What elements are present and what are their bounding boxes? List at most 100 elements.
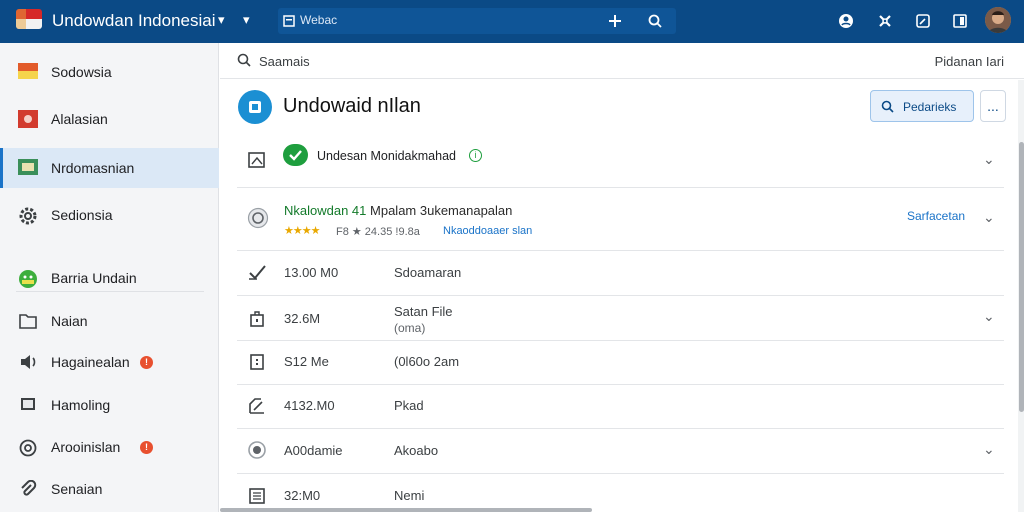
help-icon[interactable] (835, 10, 857, 32)
more-button[interactable]: ... (980, 90, 1006, 122)
sidebar-item-label: Barria Undain (51, 270, 137, 286)
sidebar-item-1[interactable]: Alalasian (0, 99, 219, 139)
file-name: Satan File (394, 304, 453, 319)
sidebar-item-5[interactable]: Naian (0, 301, 219, 341)
sidebar-item-8[interactable]: Arooinislan ! (0, 427, 219, 467)
list-icon (247, 486, 269, 508)
page-title: Undowaid nIlan (283, 95, 421, 117)
sidebar-item-6[interactable]: Hagainealan ! (0, 342, 219, 382)
tab-icon (278, 10, 300, 32)
sidebar-item-label: Hagainealan (51, 354, 130, 370)
status-row[interactable]: Undesan Monidakmahad i ⌄ (237, 136, 1004, 188)
file-size: 32.6M (284, 311, 321, 326)
flag-icon (18, 110, 38, 128)
table-row[interactable]: 13.00 M0 Sdoamaran (237, 251, 1004, 296)
status-text: Undesan Monidakmahad (317, 149, 456, 163)
table-row[interactable]: 4132.M0 Pkad (237, 385, 1004, 429)
side-link[interactable]: Sarfacetan (907, 209, 965, 223)
alert-badge: ! (140, 440, 153, 454)
sidebar-item-label: Hamoling (51, 397, 111, 413)
clock-icon (247, 207, 269, 229)
edit-icon[interactable] (912, 10, 934, 32)
vertical-scrollbar[interactable] (1018, 80, 1024, 512)
document-icon (247, 352, 269, 374)
window-icon[interactable] (949, 10, 971, 32)
table-row[interactable]: S12 Me (0l60o 2am (237, 341, 1004, 385)
search-icon (881, 100, 894, 118)
main-content: Undowaid nIlan Pedarieks ... Undesan Mon… (220, 80, 1018, 512)
sidebar-item-7[interactable]: Hamoling (0, 385, 219, 425)
sidebar-item-label: Nrdomasnian (51, 160, 135, 176)
file-size: S12 Me (284, 354, 329, 369)
sidebar: Sodowsia Alalasian Nrdomasnian Sedionsia… (0, 43, 219, 512)
flag-icon (18, 159, 38, 177)
sidebar-item-0[interactable]: Sodowsia (0, 52, 219, 92)
plus-icon[interactable] (604, 10, 626, 32)
chevron-down-icon[interactable]: ▾ (243, 12, 250, 28)
settings-icon[interactable] (874, 10, 896, 32)
search-input[interactable]: Saamais (259, 54, 310, 69)
sidebar-item-label: Alalasian (51, 111, 108, 127)
gear-icon (18, 206, 38, 225)
chevron-down-icon[interactable]: ⌄ (983, 151, 995, 168)
search-filter-label[interactable]: Pidanan Iari (935, 54, 1004, 69)
paperclip-icon (18, 479, 38, 498)
primary-button-label: Pedarieks (903, 100, 957, 114)
highlight-title-green: Nkalowdan 41 (284, 203, 367, 218)
app-icon (238, 90, 272, 124)
highlight-row[interactable]: Nkalowdan 41 Mpalam 3ukemanapalan ★★★★ F… (237, 189, 1004, 251)
sidebar-item-label: Sedionsia (51, 207, 113, 223)
sidebar-item-2[interactable]: Nrdomasnian (0, 148, 219, 188)
file-name: Nemi (394, 488, 425, 503)
file-size: A00damie (284, 443, 343, 458)
top-bar: Undowdan Indonesiai ▾ ▾ Webac (0, 0, 1024, 43)
folder-icon (18, 312, 38, 330)
sidebar-item-label: Naian (51, 313, 88, 329)
check-icon (283, 144, 308, 166)
chevron-down-icon[interactable]: ⌄ (983, 441, 995, 458)
speaker-icon (18, 353, 38, 371)
info-icon[interactable]: i (469, 149, 482, 162)
flag-icon (16, 9, 42, 29)
file-size: 32:M0 (284, 488, 321, 503)
avatar[interactable] (985, 7, 1011, 33)
file-size: 13.00 M0 (284, 265, 339, 280)
tab-label: Webac (300, 13, 338, 27)
search-icon (237, 53, 251, 72)
radio-icon (247, 440, 269, 462)
chevron-down-icon[interactable]: ▾ (218, 12, 225, 28)
horizontal-scrollbar[interactable] (220, 508, 592, 512)
flag-icon (18, 63, 38, 81)
image-icon (247, 150, 269, 172)
table-row[interactable]: 32.6M Satan File (oma) ⌄ (237, 296, 1004, 341)
highlight-link[interactable]: Nkaoddoaaer slan (443, 225, 532, 237)
alert-badge: ! (140, 355, 153, 369)
table-row[interactable]: A00damie Akoabo ⌄ (237, 429, 1004, 474)
file-name: (0l60o 2am (394, 354, 460, 369)
lock-icon (247, 308, 269, 330)
highlight-title-rest: Mpalam 3ukemanapalan (370, 203, 513, 218)
sidebar-item-3[interactable]: Sedionsia (0, 195, 219, 235)
scrollbar-thumb[interactable] (1019, 142, 1024, 412)
monitor-icon (18, 396, 38, 414)
app-title: Undowdan Indonesiai (52, 11, 216, 30)
edit-icon (247, 396, 269, 418)
android-icon (18, 269, 38, 288)
primary-button[interactable]: Pedarieks (870, 90, 974, 122)
check-icon (247, 262, 269, 284)
file-size: 4132.M0 (284, 398, 335, 413)
file-name: Sdoamaran (394, 265, 462, 280)
search-bar[interactable]: Saamais Pidanan Iari (220, 43, 1024, 79)
sidebar-item-4[interactable]: Barria Undain (0, 258, 219, 298)
sidebar-item-label: Sodowsia (51, 64, 112, 80)
sidebar-item-9[interactable]: Senaian (0, 469, 219, 509)
search-icon[interactable] (644, 10, 666, 32)
at-icon (18, 438, 38, 457)
highlight-title: Nkalowdan 41 Mpalam 3ukemanapalan (284, 203, 512, 218)
file-name: Pkad (394, 398, 424, 413)
chevron-down-icon[interactable]: ⌄ (983, 308, 995, 325)
chevron-down-icon[interactable]: ⌄ (983, 209, 995, 226)
highlight-meta: F8 ★ 24.35 !9.8a (336, 226, 420, 238)
file-subtitle: (oma) (394, 321, 426, 335)
sidebar-item-label: Arooinislan (51, 439, 121, 455)
